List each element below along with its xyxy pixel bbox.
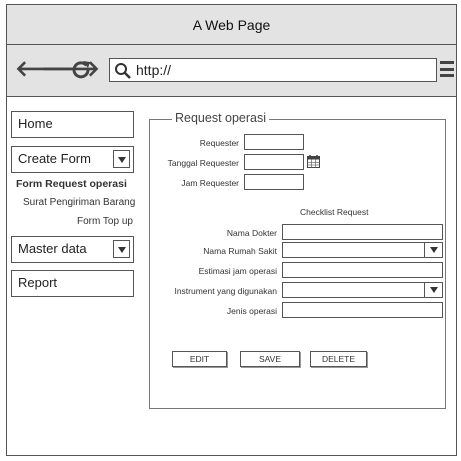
nama-rumah-sakit-select[interactable] (282, 242, 443, 258)
fieldset-legend: Request operasi (172, 111, 270, 125)
jam-requester-label: Jam Requester (181, 178, 239, 188)
checklist-request-title: Checklist Request (300, 207, 369, 217)
edit-button[interactable]: EDIT (172, 351, 227, 367)
chevron-down-icon[interactable] (424, 283, 442, 297)
tanggal-requester-label: Tanggal Requester (167, 158, 239, 168)
chevron-down-icon[interactable] (113, 240, 130, 258)
sidebar-report-label: Report (18, 275, 58, 290)
nama-dokter-label: Nama Dokter (226, 228, 277, 238)
save-button[interactable]: SAVE (240, 351, 300, 367)
requester-label: Requester (199, 138, 239, 148)
window-title-bar: A Web Page (7, 5, 456, 45)
requester-input[interactable] (244, 134, 304, 150)
address-bar[interactable]: http:// (109, 58, 437, 82)
chevron-down-icon[interactable] (113, 150, 130, 168)
delete-button[interactable]: DELETE (310, 351, 367, 367)
sidebar-master-data-dropdown[interactable]: Master data (11, 236, 134, 263)
sidebar-create-form-dropdown[interactable]: Create Form (11, 146, 134, 173)
estimasi-jam-operasi-input[interactable] (282, 262, 443, 278)
tanggal-requester-input[interactable] (244, 154, 304, 170)
sidebar-item-form-request-operasi[interactable]: Form Request operasi (16, 178, 127, 190)
instrument-select[interactable] (282, 282, 443, 298)
jenis-operasi-input[interactable] (282, 302, 443, 318)
sidebar-master-data-label: Master data (18, 241, 87, 256)
address-text: http:// (136, 62, 172, 78)
hamburger-menu-icon[interactable] (440, 61, 454, 77)
jam-requester-input[interactable] (244, 174, 304, 190)
sidebar-report-button[interactable]: Report (11, 270, 134, 297)
nama-rumah-sakit-label: Nama Rumah Sakit (203, 246, 277, 256)
sidebar-create-form-label: Create Form (18, 151, 91, 166)
sidebar-home-button[interactable]: Home (11, 111, 134, 138)
calendar-icon[interactable] (307, 155, 320, 168)
sidebar-home-label: Home (18, 116, 53, 131)
chevron-down-icon[interactable] (424, 243, 442, 257)
search-icon (114, 62, 132, 80)
request-operasi-fieldset: Request operasi Requester Tanggal Reques… (149, 111, 446, 409)
estimasi-jam-operasi-label: Estimasi jam operasi (198, 266, 277, 276)
nama-dokter-input[interactable] (282, 224, 443, 240)
window-title: A Web Page (192, 16, 271, 33)
reload-icon[interactable] (71, 59, 91, 79)
sidebar-item-form-top-up[interactable]: Form Top up (77, 216, 133, 227)
browser-toolbar: 🡐 🡒 http:// (7, 45, 456, 97)
browser-window: A Web Page 🡐 🡒 http:// Home Create Form … (6, 4, 457, 456)
sidebar-item-surat-pengiriman-barang[interactable]: Surat Pengiriman Barang (23, 197, 135, 208)
jenis-operasi-label: Jenis operasi (226, 306, 277, 316)
instrument-label: Instrument yang digunakan (174, 286, 277, 296)
